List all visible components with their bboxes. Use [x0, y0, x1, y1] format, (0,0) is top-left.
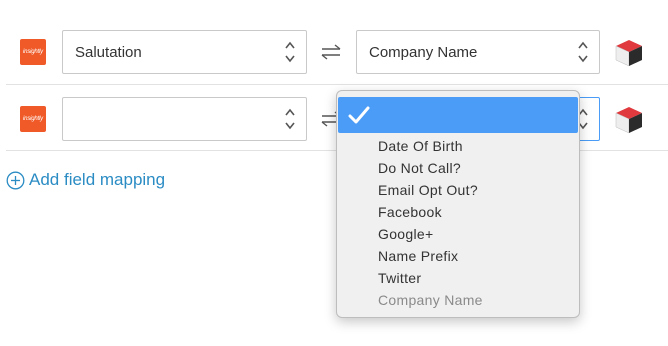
chevron-updown-icon	[578, 41, 588, 63]
dropdown-option-selected-empty[interactable]	[338, 97, 578, 133]
plus-circle-icon	[6, 171, 25, 189]
dropdown-option[interactable]: Do Not Call?	[337, 157, 579, 179]
dropdown-option[interactable]: Date Of Birth	[337, 135, 579, 157]
source-field-select-1[interactable]: Salutation	[62, 30, 307, 74]
swap-arrows-icon	[321, 44, 341, 60]
row-divider	[6, 84, 668, 85]
insightly-logo-icon: insightly	[20, 39, 46, 65]
dropdown-option[interactable]: Google+	[337, 223, 579, 245]
insightly-logo-icon: insightly	[20, 106, 46, 132]
add-field-mapping-label: Add field mapping	[29, 170, 166, 189]
crm-cube-icon	[615, 40, 642, 67]
add-field-mapping-link[interactable]: Add field mapping	[6, 169, 165, 191]
dropdown-option[interactable]: Facebook	[337, 201, 579, 223]
mapping-row-1: insightly Salutation Company Name	[0, 23, 668, 81]
chevron-updown-icon	[285, 41, 295, 63]
dropdown-option-list: Date Of Birth Do Not Call? Email Opt Out…	[337, 135, 579, 311]
dropdown-option[interactable]: Name Prefix	[337, 245, 579, 267]
target-field-value: Company Name	[369, 44, 478, 61]
source-field-select-2[interactable]	[62, 97, 307, 141]
dropdown-option-disabled: Company Name	[378, 292, 483, 308]
chevron-updown-icon	[285, 108, 295, 130]
crm-cube-icon	[615, 107, 642, 134]
target-field-select-1[interactable]: Company Name	[356, 30, 600, 74]
dropdown-option[interactable]: Email Opt Out?	[337, 179, 579, 201]
target-field-dropdown-menu: Date Of Birth Do Not Call? Email Opt Out…	[336, 90, 580, 318]
checkmark-icon	[348, 106, 370, 124]
dropdown-option[interactable]: Twitter	[337, 267, 579, 289]
source-field-value: Salutation	[75, 44, 142, 61]
